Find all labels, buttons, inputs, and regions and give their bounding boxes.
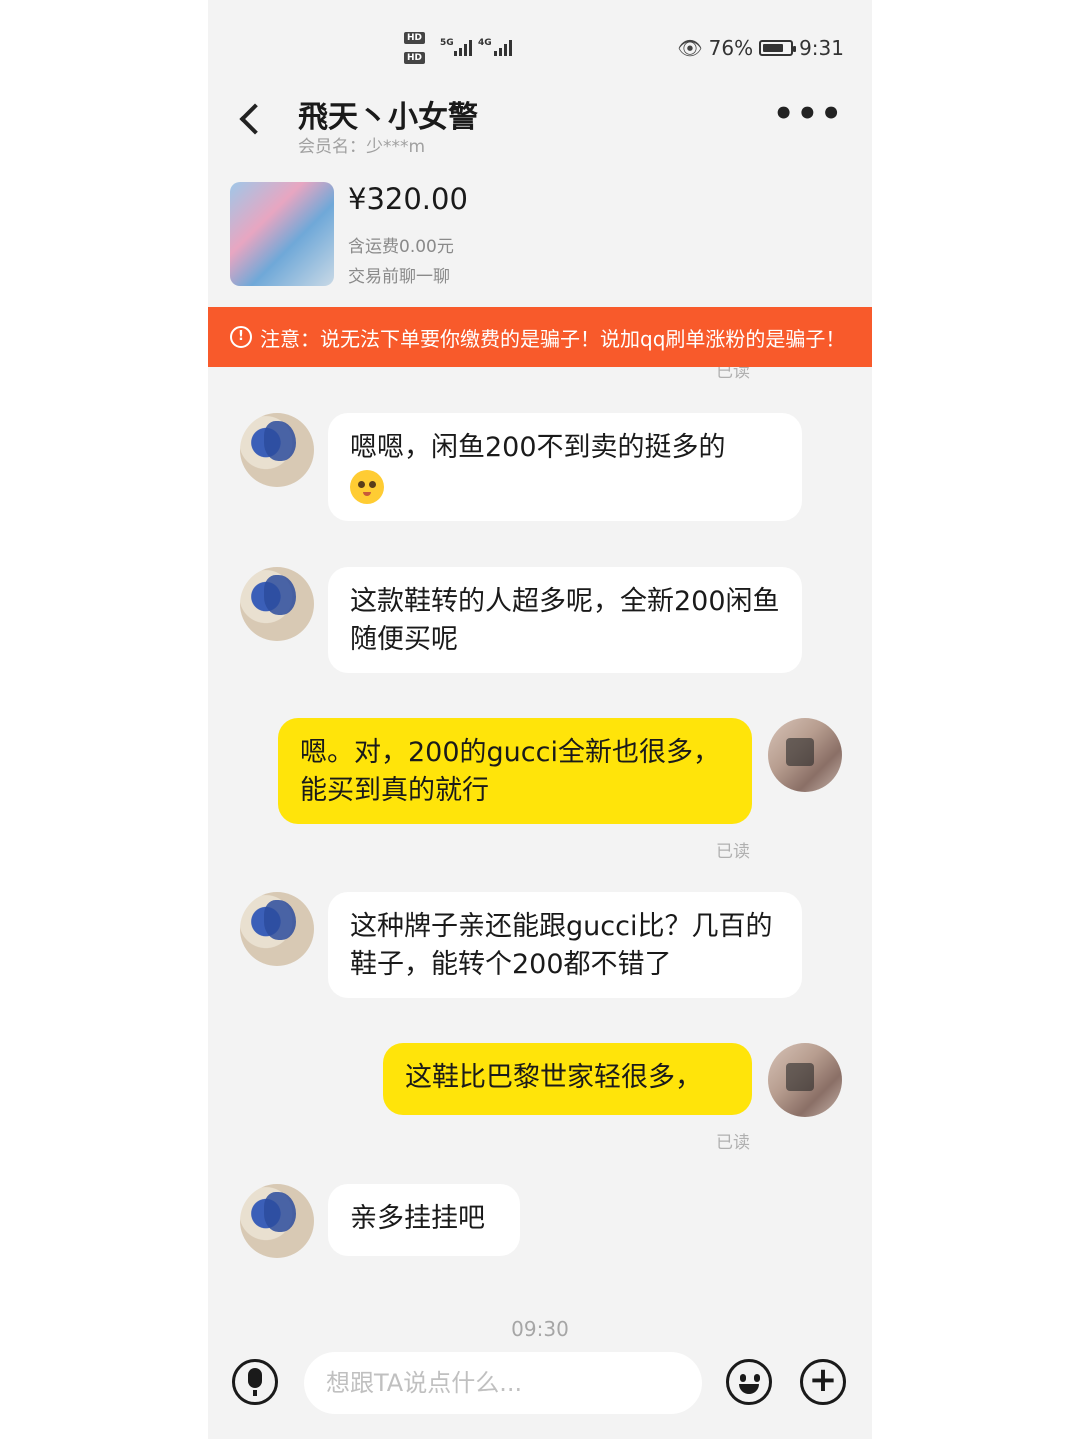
signal-bars-2-icon [494,40,512,56]
avatar[interactable] [240,567,314,641]
eye-icon: 👁 [677,36,703,60]
message-text: 这种牌子亲还能跟gucci比？几百的鞋子，能转个200都不错了 [350,911,773,980]
message-bubble-self[interactable]: 这鞋比巴黎世家轻很多， [383,1043,752,1115]
product-price: ¥320.00 [348,182,468,216]
message-text: 嗯嗯，闲鱼200不到卖的挺多的 [350,432,726,463]
chat-area[interactable]: 已读 嗯嗯，闲鱼200不到卖的挺多的 这款鞋转的人超多呢，全新200闲鱼随便买呢… [208,367,872,1347]
warning-icon: ! [230,326,252,348]
contact-name: 飛天丶小女警 [298,100,478,135]
input-bar: + [208,1347,872,1439]
chat-header: 飛天丶小女警 会员名：少***m ••• [208,88,872,168]
network-5g-label: 5G [440,38,454,48]
battery-fill [763,44,783,52]
message-text: 嗯。对，200的gucci全新也很多，能买到真的就行 [300,737,720,806]
message-bubble[interactable]: 嗯嗯，闲鱼200不到卖的挺多的 [328,413,802,521]
message-text: 这鞋比巴黎世家轻很多， [405,1062,702,1093]
read-receipt: 已读 [716,1133,750,1153]
avatar[interactable] [240,413,314,487]
warning-banner: ! 注意：说无法下单要你缴费的是骗子！说加qq刷单涨粉的是骗子！ [208,307,872,367]
product-thumbnail[interactable] [230,182,334,286]
phone-screen: HD HD 5G 4G 👁 76% 9:31 飛天丶小女警 会员名：少***m … [208,0,872,1439]
avatar[interactable] [240,1184,314,1258]
avatar-self[interactable] [768,1043,842,1117]
timestamp: 09:30 [511,1317,569,1341]
emoji-icon[interactable] [726,1359,772,1405]
pleading-face-emoji-icon [350,469,384,504]
network-4g-label: 4G [478,38,492,48]
message-bubble[interactable]: 这种牌子亲还能跟gucci比？几百的鞋子，能转个200都不错了 [328,892,802,998]
read-receipt: 已读 [716,367,750,382]
read-receipt: 已读 [716,842,750,862]
warning-text: 注意：说无法下单要你缴费的是骗子！说加qq刷单涨粉的是骗子！ [260,327,846,351]
member-name: 会员名：少***m [298,137,426,157]
message-input[interactable] [304,1352,702,1414]
clock: 9:31 [799,36,844,60]
message-text: 这款鞋转的人超多呢，全新200闲鱼随便买呢 [350,586,780,655]
product-card[interactable]: ¥320.00 含运费0.00元 交易前聊一聊 [208,178,872,298]
microphone-icon[interactable] [232,1359,278,1405]
status-bar: HD HD 5G 4G 👁 76% 9:31 [208,24,872,72]
message-bubble[interactable]: 亲多挂挂吧 [328,1184,520,1256]
chevron-left-icon[interactable] [234,100,268,140]
plus-icon[interactable]: + [800,1359,846,1405]
avatar[interactable] [240,892,314,966]
battery-icon [759,40,797,56]
hd-badge-1: HD [404,32,426,44]
shipping-info: 含运费0.00元 [348,237,454,257]
message-text: 亲多挂挂吧 [350,1203,485,1234]
message-bubble-self[interactable]: 嗯。对，200的gucci全新也很多，能买到真的就行 [278,718,752,824]
battery-percent: 76% [708,36,754,60]
more-options-icon[interactable]: ••• [773,97,844,131]
signal-bars-1-icon [454,40,472,56]
status-right: 👁 76% 9:31 [677,36,844,60]
message-bubble[interactable]: 这款鞋转的人超多呢，全新200闲鱼随便买呢 [328,567,802,673]
chat-before-trade: 交易前聊一聊 [348,267,450,287]
hd-badge-2: HD [404,52,426,64]
avatar-self[interactable] [768,718,842,792]
